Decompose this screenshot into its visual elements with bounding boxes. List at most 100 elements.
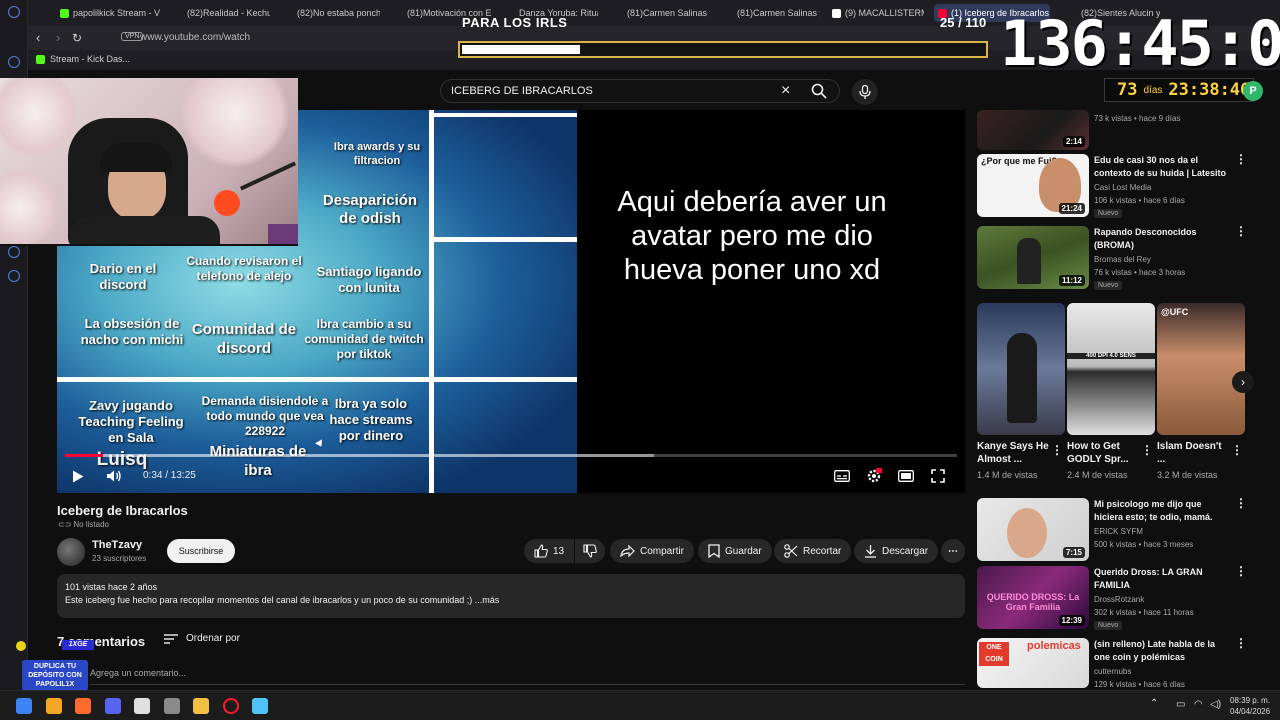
channel-avatar[interactable] — [57, 538, 85, 566]
search-button[interactable] — [804, 79, 834, 103]
sidebar-app-icon[interactable] — [8, 246, 20, 258]
theater-mode-button[interactable] — [895, 465, 917, 487]
clear-search-icon[interactable]: × — [781, 82, 790, 100]
short-title[interactable]: Kanye Says He Almost ... — [977, 440, 1051, 466]
video-title[interactable]: Querido Dross: LA GRAN FAMILIA — [1094, 566, 1229, 592]
comment-input[interactable]: Agrega un comentario... — [90, 668, 965, 685]
channel-name[interactable]: Bromas del Rey — [1094, 255, 1151, 264]
video-thumbnail[interactable]: QUERIDO DROSS: La Gran Familia 12:39 — [977, 566, 1089, 629]
share-button[interactable]: Compartir — [610, 539, 694, 563]
opera-logo-icon[interactable] — [8, 6, 20, 18]
browser-tab[interactable]: (82)No estaba ponch — [284, 4, 380, 22]
channel-name[interactable]: TheTzavy — [92, 539, 142, 551]
short-thumbnail[interactable]: @UFC — [1157, 303, 1245, 435]
taskbar-app-icon[interactable] — [193, 698, 209, 714]
forward-icon[interactable]: › — [56, 30, 60, 45]
channel-name[interactable]: cutternubs — [1094, 667, 1131, 676]
subscribe-button[interactable]: Suscribirse — [167, 539, 235, 563]
recommendation-item[interactable]: ONE COIN polemicas (sin relleno) Late ha… — [977, 637, 1257, 689]
browser-tab[interactable]: (81)Carmen Salinas y — [614, 4, 710, 22]
volume-tray-icon[interactable]: ◁) — [1210, 699, 1221, 710]
save-button[interactable]: Guardar — [698, 539, 772, 563]
more-vertical-icon[interactable]: ⋮ — [1235, 225, 1247, 237]
progress-bar[interactable] — [65, 454, 957, 457]
settings-button[interactable] — [863, 465, 885, 487]
short-title[interactable]: Islam Doesn't ... — [1157, 440, 1231, 466]
fullscreen-button[interactable] — [927, 465, 949, 487]
taskbar-app-icon[interactable] — [134, 698, 150, 714]
taskbar-app-icon[interactable] — [75, 698, 91, 714]
more-vertical-icon[interactable]: ⋮ — [1235, 153, 1247, 165]
one-coin-logo: ONE COIN — [979, 642, 1009, 666]
url-field[interactable]: www.youtube.com/watch — [140, 32, 250, 43]
video-thumbnail[interactable]: 2:14 — [977, 110, 1089, 150]
recommendation-item[interactable]: 7:15 Mi psicologo me dijo que hiciera es… — [977, 497, 1257, 562]
dislike-button[interactable] — [575, 539, 605, 563]
taskbar-app-icon[interactable] — [104, 698, 121, 714]
wifi-icon[interactable]: ◠ — [1194, 699, 1203, 710]
thumbs-down-icon — [583, 544, 597, 558]
recommendation-item[interactable]: ¿Por que me Fui? 21:24 Edu de casi 30 no… — [977, 153, 1257, 218]
browser-tab[interactable]: papolilkick Stream - V — [60, 4, 160, 22]
recommendation-item[interactable]: QUERIDO DROSS: La Gran Familia 12:39 Que… — [977, 565, 1257, 630]
clip-button[interactable]: Recortar — [774, 539, 852, 563]
search-box[interactable]: ICEBERG DE IBRACARLOS × — [440, 79, 840, 103]
chevron-right-icon[interactable]: › — [1232, 371, 1254, 393]
short-thumbnail[interactable]: 400 DPI 4.0 SENS — [1067, 303, 1155, 435]
video-title[interactable]: Edu de casi 30 nos da el contexto de su … — [1094, 154, 1229, 180]
browser-tab[interactable]: (81)Carmen Salinas y — [724, 4, 820, 22]
subtitles-button[interactable] — [831, 465, 853, 487]
more-vertical-icon[interactable]: ⋮ — [1231, 444, 1243, 456]
taskbar-app-icon[interactable] — [252, 698, 268, 714]
more-vertical-icon[interactable]: ⋮ — [1051, 444, 1063, 456]
short-item[interactable]: 400 DPI 4.0 SENS How to Get GODLY Spr...… — [1067, 303, 1155, 480]
video-title[interactable]: Rapando Desconocidos (BROMA) — [1094, 226, 1229, 252]
sort-comments-button[interactable]: Ordenar por — [164, 633, 240, 644]
download-button[interactable]: Descargar — [854, 539, 939, 563]
play-button[interactable] — [67, 465, 89, 487]
taskbar-app-icon[interactable] — [222, 698, 239, 714]
video-title[interactable]: Mi psicologo me dijo que hiciera esto; t… — [1094, 498, 1229, 524]
search-input[interactable]: ICEBERG DE IBRACARLOS — [451, 85, 593, 97]
more-vertical-icon[interactable]: ⋮ — [1235, 497, 1247, 509]
video-meta: 73 k vistas • hace 9 días — [1094, 114, 1181, 123]
browser-tab[interactable]: (9) MACALLISTERMA — [832, 4, 924, 22]
browser-tab[interactable]: (82)Realidad - Kechu — [174, 4, 270, 22]
short-item[interactable]: @UFC Islam Doesn't ... 3.2 M de vistas ⋮ — [1157, 303, 1245, 480]
recommendation-item[interactable]: 2:14 73 k vistas • hace 9 días — [977, 110, 1257, 150]
recommendation-item[interactable]: 11:12 Rapando Desconocidos (BROMA) Broma… — [977, 225, 1257, 290]
tray-chevron-icon[interactable]: ⌃ — [1150, 698, 1158, 709]
video-thumbnail[interactable]: 7:15 — [977, 498, 1089, 561]
channel-name[interactable]: DrossRotzank — [1094, 595, 1144, 604]
like-button[interactable]: 13 — [524, 539, 574, 563]
reload-icon[interactable]: ↻ — [72, 31, 82, 45]
channel-name[interactable]: ERICK SYFM — [1094, 527, 1143, 536]
time-display: 0:34 / 13:25 — [143, 470, 196, 481]
description-box[interactable]: 101 vistas hace 2 años Este iceberg fue … — [57, 574, 965, 618]
volume-button[interactable] — [103, 465, 125, 487]
short-thumbnail[interactable] — [977, 303, 1065, 435]
back-icon[interactable]: ‹ — [36, 30, 40, 45]
more-vertical-icon[interactable]: ⋮ — [1141, 444, 1153, 456]
grid-divider — [434, 113, 577, 117]
video-thumbnail[interactable]: ¿Por que me Fui? 21:24 — [977, 154, 1089, 217]
system-clock[interactable]: 08:39 p. m. 04/04/2026 — [1230, 695, 1270, 717]
short-item[interactable]: Kanye Says He Almost ... 1.4 M de vistas… — [977, 303, 1065, 480]
more-vertical-icon[interactable]: ⋮ — [1235, 565, 1247, 577]
network-icon[interactable]: ▭ — [1176, 699, 1185, 710]
more-actions-button[interactable]: ⋯ — [941, 539, 965, 563]
video-thumbnail[interactable]: 11:12 — [977, 226, 1089, 289]
taskbar-app-icon[interactable] — [163, 698, 180, 714]
more-vertical-icon[interactable]: ⋮ — [1235, 637, 1247, 649]
short-title[interactable]: How to Get GODLY Spr... — [1067, 440, 1141, 466]
taskbar-app-icon[interactable] — [16, 698, 32, 714]
channel-name[interactable]: Casi Lost Media — [1094, 183, 1151, 192]
messenger-icon[interactable] — [8, 56, 20, 68]
iceberg-label: Ibra cambio a su comunidad de twitch por… — [304, 317, 424, 361]
bookmark-kick-dashboard[interactable]: Stream - Kick Das... — [36, 54, 130, 64]
video-title[interactable]: (sin relleno) Late habla de la one coin … — [1094, 638, 1229, 664]
voice-search-button[interactable] — [852, 79, 878, 105]
taskbar-app-icon[interactable] — [45, 698, 62, 714]
video-thumbnail[interactable]: ONE COIN polemicas — [977, 638, 1089, 688]
settings-icon[interactable] — [8, 270, 20, 282]
